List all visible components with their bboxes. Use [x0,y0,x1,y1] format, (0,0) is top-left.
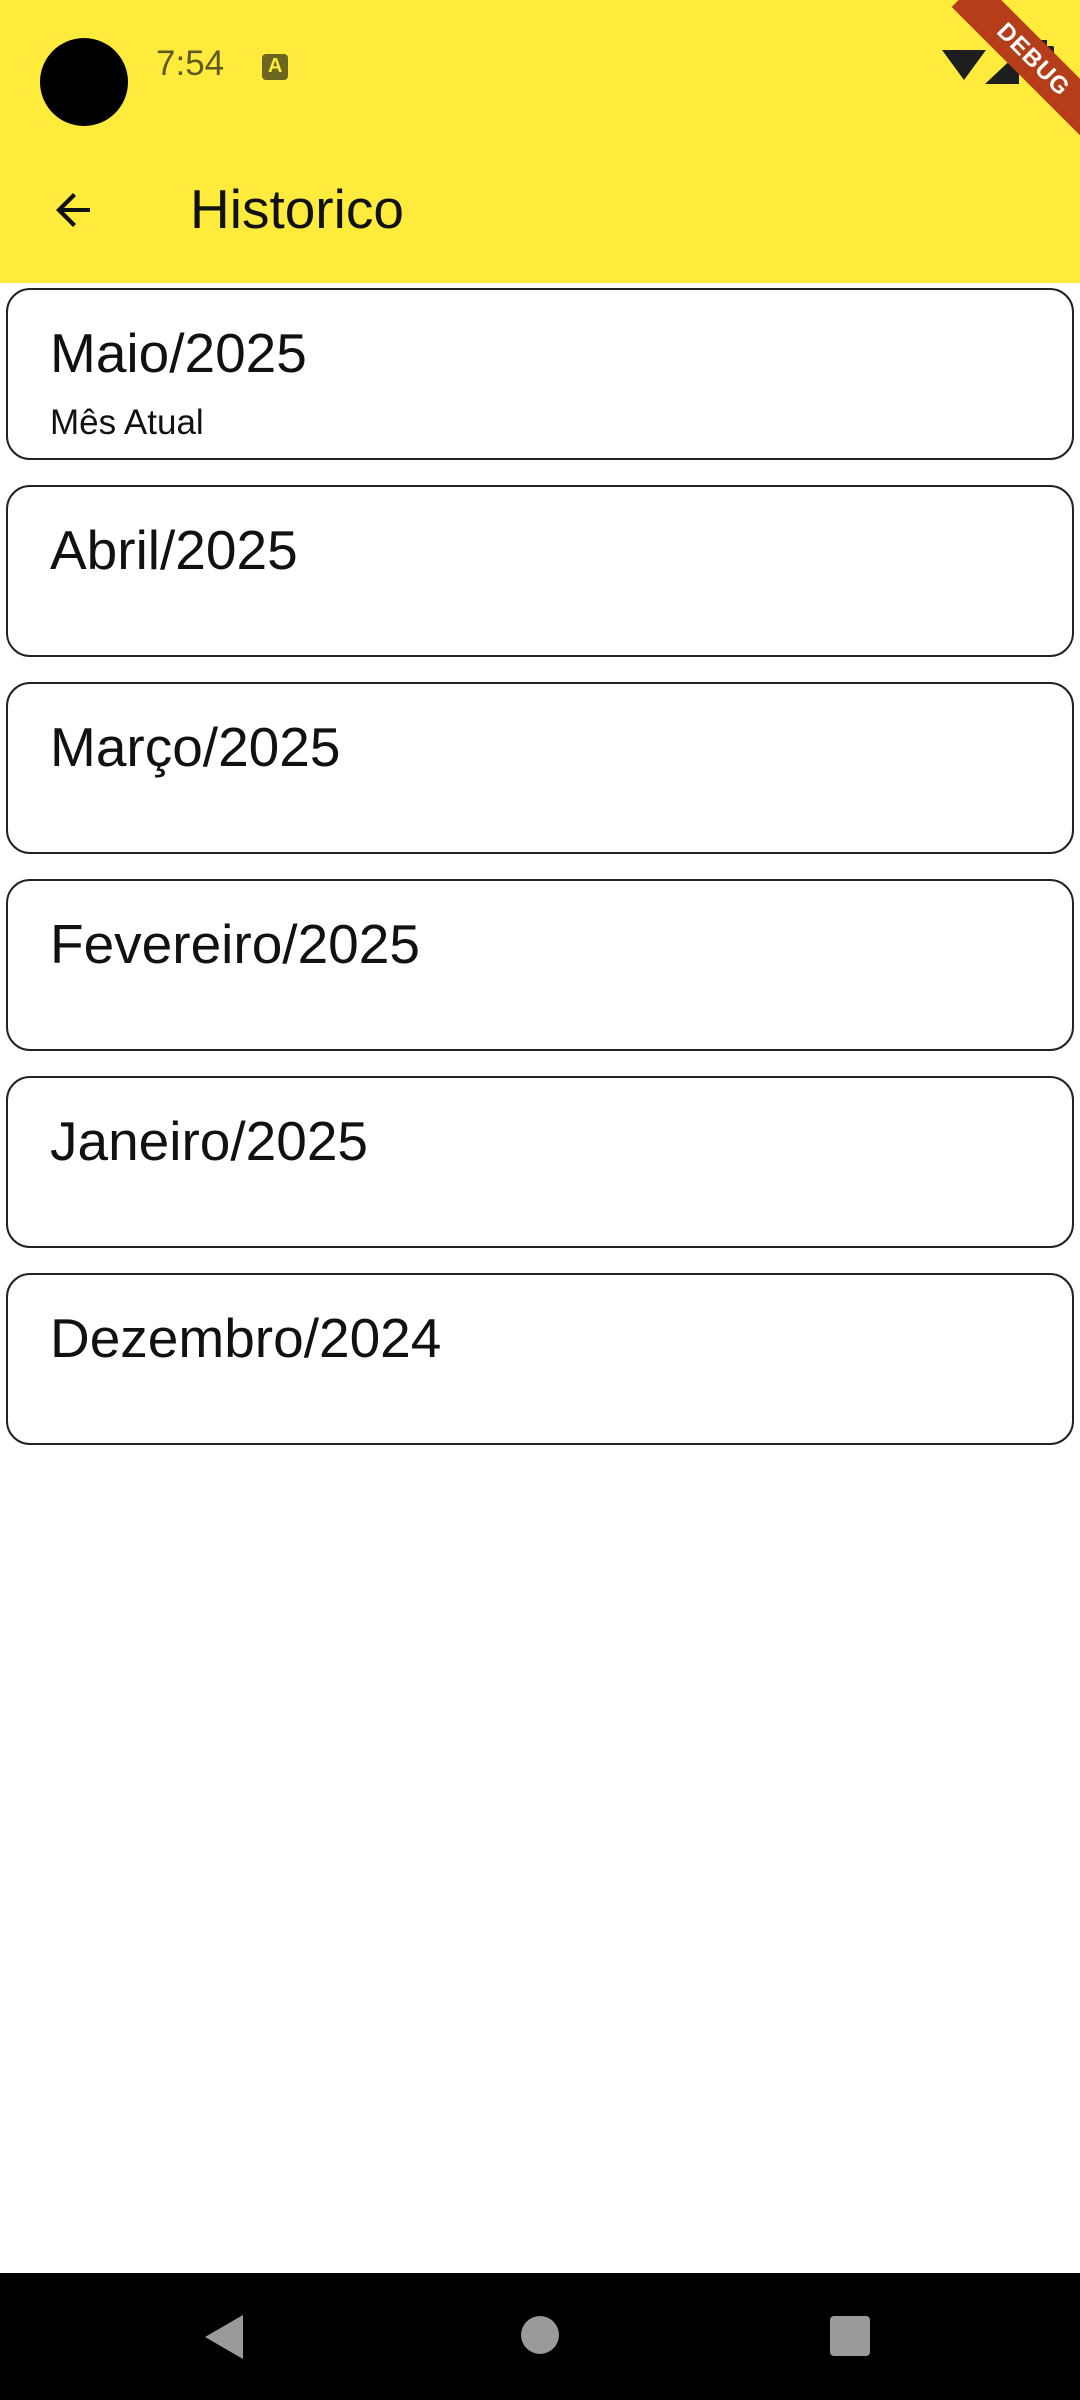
nav-back-icon[interactable] [205,2315,243,2359]
nav-recents-icon[interactable] [830,2316,870,2356]
system-navigation-bar [0,2273,1080,2400]
camera-cutout [40,38,128,126]
month-card-marco-2025[interactable]: Março/2025 [6,682,1074,854]
nav-home-icon[interactable] [521,2316,559,2354]
month-card-abril-2025[interactable]: Abril/2025 [6,485,1074,657]
notification-icon [262,54,288,80]
month-title: Abril/2025 [50,519,298,581]
month-card-janeiro-2025[interactable]: Janeiro/2025 [6,1076,1074,1248]
month-card-maio-2025[interactable]: Maio/2025 Mês Atual [6,288,1074,460]
month-card-fevereiro-2025[interactable]: Fevereiro/2025 [6,879,1074,1051]
month-subtitle: Mês Atual [50,403,204,442]
month-title: Dezembro/2024 [50,1307,442,1369]
month-list: Maio/2025 Mês Atual Abril/2025 Março/202… [6,288,1074,1470]
month-title: Fevereiro/2025 [50,913,420,975]
month-title: Maio/2025 [50,322,307,384]
page-title: Historico [190,178,404,240]
status-time: 7:54 [156,44,225,83]
month-title: Março/2025 [50,716,341,778]
month-title: Janeiro/2025 [50,1110,369,1172]
month-card-dezembro-2024[interactable]: Dezembro/2024 [6,1273,1074,1445]
arrow-back-icon [56,193,90,227]
app-bar: 7:54 DEBUG Historico [0,0,1080,283]
back-button[interactable] [34,170,114,250]
wifi-icon [942,50,986,80]
